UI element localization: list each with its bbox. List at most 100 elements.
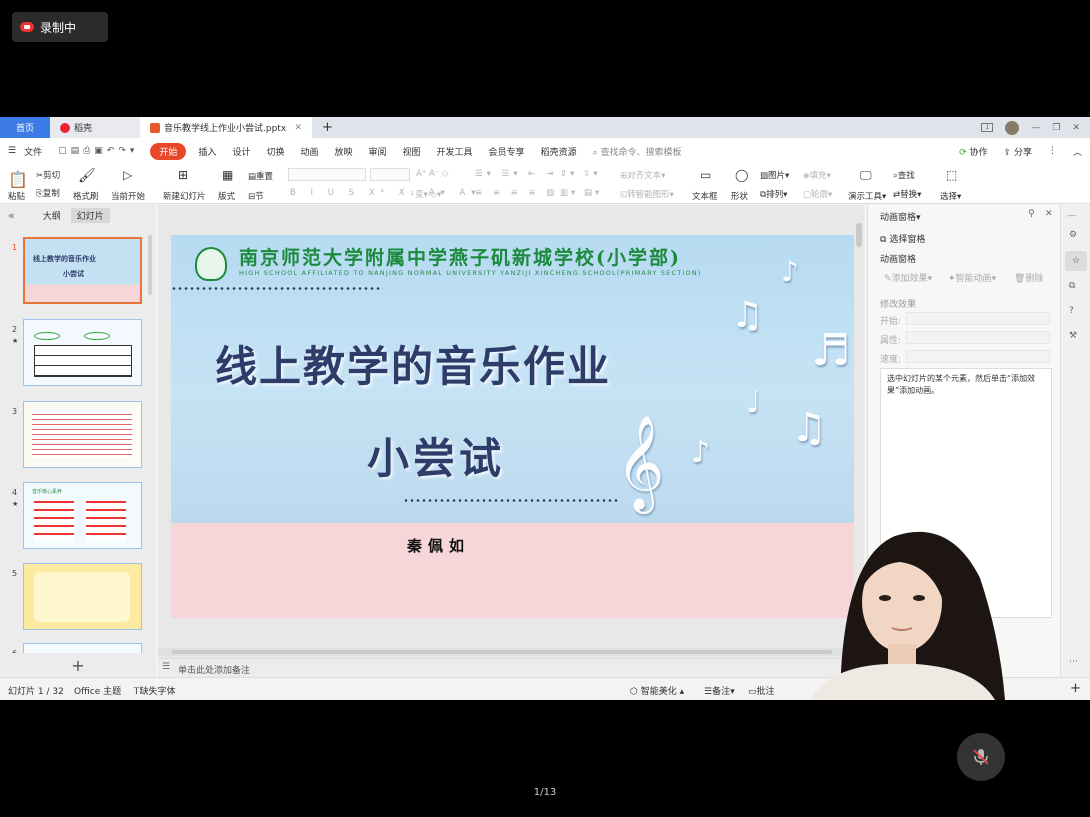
shape-icon[interactable]: ◯ [735, 168, 748, 182]
text-effect-icons[interactable]: 变▾ ◇▾ [415, 188, 441, 200]
tools-icon[interactable]: ⚒ [1069, 331, 1077, 341]
search-command[interactable]: ⌕ 查找命令、搜索模板 [585, 145, 690, 158]
select-button[interactable]: 选择▾ [940, 190, 961, 202]
menu-developer[interactable]: 开发工具 [429, 145, 481, 158]
textbox-button[interactable]: 文本框 [692, 190, 718, 202]
animation-star-icon[interactable]: ☆ [1065, 251, 1087, 271]
layout-icon[interactable]: ▦ [222, 168, 233, 182]
current-slide[interactable]: 南京师范大学附属中学燕子矶新城学校(小学部) HIGH SCHOOL AFFIL… [171, 235, 854, 618]
menu-insert[interactable]: 插入 [190, 145, 224, 158]
collapse-panel-icon[interactable]: « [8, 209, 15, 222]
comments-button[interactable]: ▭批注 [748, 684, 775, 697]
menu-animation[interactable]: 动画 [292, 145, 326, 158]
close-pane-icon[interactable]: ✕ [1045, 209, 1053, 219]
mute-mic-button[interactable] [957, 733, 1005, 781]
notes-button[interactable]: ☰备注▾ [704, 684, 735, 697]
window-layout-icon[interactable]: 1 [981, 123, 994, 132]
select-icon[interactable]: ⬚ [946, 168, 957, 182]
tab-daoke[interactable]: 稻壳 [50, 117, 140, 138]
add-effect-button[interactable]: ✎添加效果▾ [884, 271, 932, 284]
pin-icon[interactable]: ⚲ [1028, 209, 1035, 219]
menu-review[interactable]: 审阅 [361, 145, 395, 158]
slide-thumbnail-1[interactable]: 线上教学的音乐作业 小尝试 [23, 237, 142, 304]
cut-button[interactable]: ✂剪切 [36, 169, 60, 181]
restore-icon[interactable]: ❐ [1052, 123, 1060, 133]
font-style-icons[interactable]: B I U S X² X₂ A▾ A▾ [290, 188, 482, 198]
help-icon[interactable]: ? [1069, 306, 1074, 316]
paragraph-list-icons[interactable]: ☰▾ ☰▾ ⇤ ⇥ [475, 169, 557, 179]
menu-slideshow[interactable]: 放映 [326, 145, 360, 158]
font-size-select[interactable] [370, 168, 410, 181]
paste-icon[interactable]: 📋 [8, 170, 28, 189]
play-icon[interactable]: ▷ [123, 168, 132, 182]
more-options-icon[interactable]: ⋯ [1069, 657, 1078, 667]
paragraph-align-icons[interactable]: ≡ ≡ ≡ ≡ ▥ [475, 188, 558, 198]
slides-tab[interactable]: 幻灯片 [70, 207, 110, 223]
horizontal-scrollbar[interactable] [158, 648, 864, 656]
reset-button[interactable]: ▤重置 [248, 170, 273, 182]
shape-button[interactable]: 形状 [731, 190, 748, 202]
slide-thumbnail-2[interactable] [23, 319, 142, 386]
start-select[interactable] [906, 312, 1050, 325]
menu-transition[interactable]: 切换 [258, 145, 292, 158]
menu-file[interactable]: 文件 [24, 145, 50, 158]
smart-beautify-button[interactable]: ⬡ 智能美化 ▴ [630, 684, 684, 697]
smart-animation-button[interactable]: ✦智能动画▾ [948, 271, 996, 284]
vertical-scrollbar[interactable] [856, 223, 862, 247]
user-avatar[interactable] [1005, 120, 1020, 135]
menu-member[interactable]: 会员专享 [481, 145, 533, 158]
more-icon[interactable]: ⋮ [1040, 146, 1065, 156]
slide-thumbnail-5[interactable] [23, 563, 142, 630]
textbox-icon[interactable]: ▭ [700, 168, 711, 182]
paste-button[interactable]: 粘贴 [8, 190, 25, 202]
delete-button[interactable]: 🗑删除 [1014, 271, 1043, 284]
notes-bar[interactable]: ☰ 单击此处添加备注 [158, 658, 864, 677]
slide-thumbnail-3[interactable] [23, 401, 142, 468]
quick-access-icons[interactable]: ▢▤⎙▣↶↷▾ [50, 146, 146, 156]
arrange-button[interactable]: ⧉排列▾ [760, 188, 787, 200]
close-window-icon[interactable]: ✕ [1072, 123, 1080, 133]
presenter-tools-icon[interactable]: 🖵 [860, 168, 872, 183]
picture-button[interactable]: ▨图片▾ [760, 169, 789, 181]
speed-select[interactable] [906, 350, 1050, 363]
menu-view[interactable]: 视图 [395, 145, 429, 158]
replace-button[interactable]: ⇄替换▾ [893, 188, 921, 200]
fill-button[interactable]: ◈填充▾ [803, 169, 831, 181]
copy-style-icon[interactable]: ⧉ [1069, 281, 1075, 291]
menu-design[interactable]: 设计 [224, 145, 258, 158]
settings-sliders-icon[interactable]: ⚙ [1069, 230, 1077, 240]
new-tab-button[interactable]: + [312, 117, 343, 138]
missing-font-button[interactable]: Ꭲ缺失字体 [134, 684, 175, 697]
line-spacing-icons[interactable]: ⇕▾ ⇳▾ [560, 169, 600, 179]
align-text-button[interactable]: ⊞对齐文本▾ [620, 169, 665, 181]
new-slide-button[interactable]: 新建幻灯片 [163, 190, 206, 202]
collapse-ribbon-icon[interactable]: ︿ [1065, 145, 1090, 158]
menu-start[interactable]: 开始 [150, 142, 187, 160]
add-slide-button[interactable]: + [0, 653, 156, 677]
slides-scrollbar[interactable] [148, 235, 152, 295]
new-slide-icon[interactable]: ⊞ [178, 168, 188, 182]
share-button[interactable]: ⇪ 分享 [996, 145, 1040, 158]
font-grow-shrink-icons[interactable]: A⁺ A⁻ ◇ [416, 169, 449, 179]
zoom-in-icon[interactable]: + [1070, 681, 1081, 696]
collab-button[interactable]: ⟳ 协作 [951, 145, 995, 158]
slide-thumbnail-4[interactable]: 音乐核心素养 [23, 482, 142, 549]
tab-document[interactable]: 音乐教学线上作业小尝试.pptx ✕ [140, 117, 312, 138]
find-button[interactable]: ⌕查找 [893, 169, 915, 181]
outline-button[interactable]: ▢轮廓▾ [803, 188, 832, 200]
from-current-button[interactable]: 当前开始 [111, 190, 145, 202]
hamburger-icon[interactable]: ☰ [0, 146, 24, 156]
close-tab-icon[interactable]: ✕ [294, 123, 302, 133]
brush-icon[interactable]: 🖌 [78, 168, 96, 184]
copy-button[interactable]: ⎘复制 [36, 187, 60, 199]
layout-button[interactable]: 版式 [218, 190, 235, 202]
smart-shape-button[interactable]: ⊡转智能图形▾ [620, 188, 674, 200]
section-button[interactable]: ⊟节 [248, 190, 264, 202]
outline-tab[interactable]: 大纲 [43, 209, 61, 222]
tab-home[interactable]: 首页 [0, 117, 50, 138]
columns-icons[interactable]: ▥▾ ▤▾ [560, 188, 602, 198]
select-pane-button[interactable]: ⧉ 选择窗格 [880, 232, 925, 245]
minimize-icon[interactable]: — [1031, 123, 1040, 133]
presenter-tools-button[interactable]: 演示工具▾ [848, 190, 886, 202]
format-painter-button[interactable]: 格式刷 [73, 190, 99, 202]
